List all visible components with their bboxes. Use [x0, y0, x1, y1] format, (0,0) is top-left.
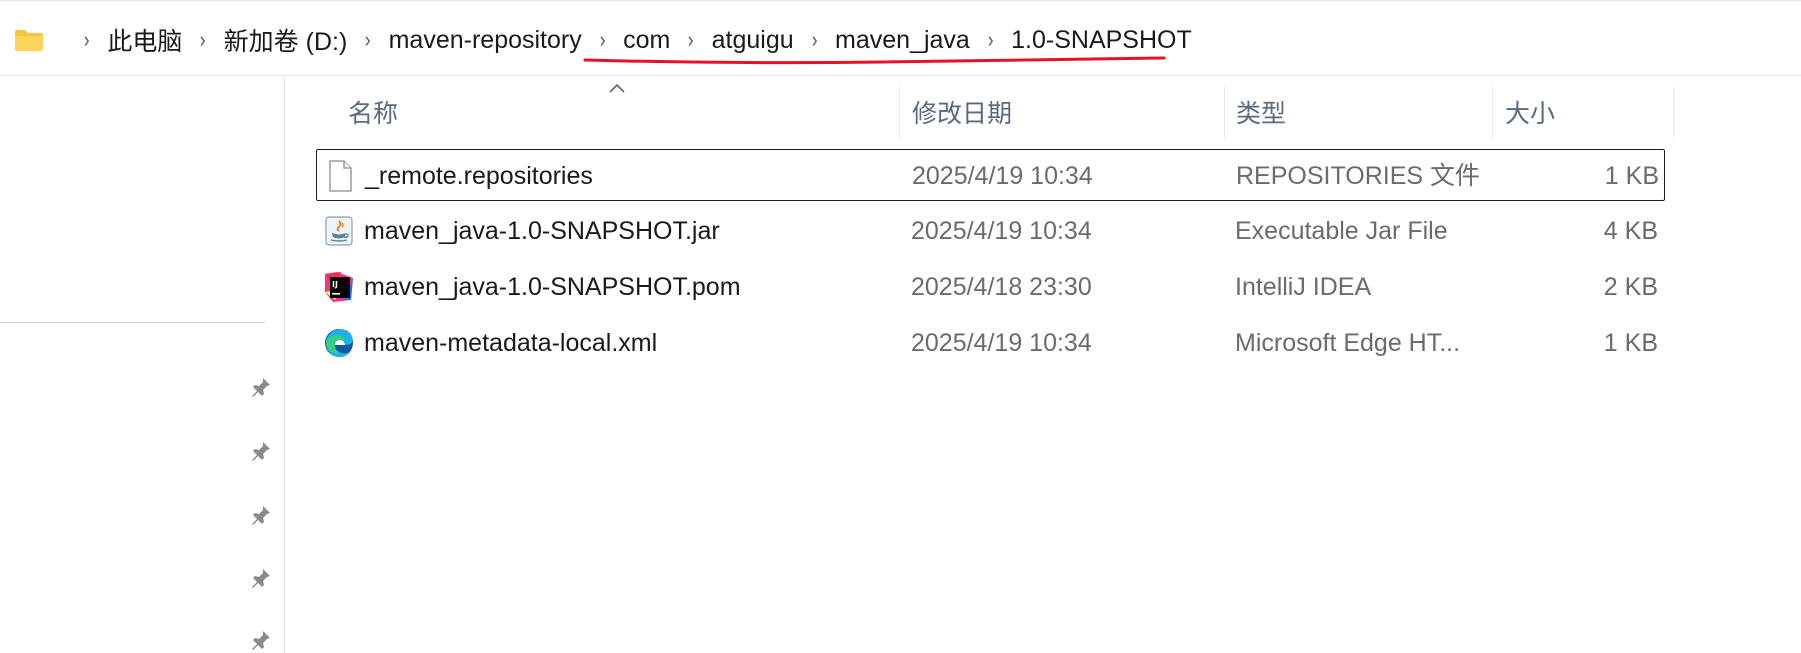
column-divider[interactable] [899, 87, 900, 138]
pin-icon[interactable] [250, 440, 272, 462]
chevron-right-icon[interactable]: › [200, 27, 206, 53]
file-type: Executable Jar File [1235, 217, 1448, 245]
file-row[interactable]: maven-metadata-local.xml 2025/4/19 10:34… [316, 317, 1665, 369]
pin-icon[interactable] [250, 629, 272, 651]
file-row[interactable]: maven_java-1.0-SNAPSHOT.jar 2025/4/19 10… [316, 205, 1665, 257]
chevron-right-icon[interactable]: › [365, 27, 371, 53]
file-size: 1 KB [1603, 329, 1658, 357]
chevron-right-icon[interactable]: › [84, 27, 90, 53]
pin-icon[interactable] [250, 504, 272, 526]
chevron-right-icon[interactable]: › [688, 27, 694, 53]
address-bar[interactable]: › 此电脑 › 新加卷 (D:) › maven-repository › co… [0, 0, 1801, 76]
chevron-right-icon[interactable]: › [811, 27, 817, 53]
breadcrumb-item-com[interactable]: com [623, 26, 670, 55]
navigation-pane[interactable] [0, 76, 285, 653]
file-name[interactable]: maven_java-1.0-SNAPSHOT.jar [364, 205, 720, 257]
generic-file-icon [329, 160, 352, 192]
edge-icon [325, 329, 353, 358]
column-divider[interactable] [1673, 87, 1674, 138]
column-header-name[interactable]: 名称 [348, 94, 398, 134]
red-underline-annotation [583, 56, 1166, 65]
chevron-right-icon[interactable]: › [988, 27, 994, 53]
breadcrumb-item-this-pc[interactable]: 此电脑 [107, 22, 182, 58]
breadcrumb-item-maven-repository[interactable]: maven-repository [389, 26, 582, 55]
file-modified: 2025/4/19 10:34 [912, 162, 1093, 190]
file-row[interactable]: IJ maven_java-1.0-SNAPSHOT.pom 2025/4/18… [316, 261, 1665, 313]
folder-icon [15, 30, 43, 51]
column-header-type[interactable]: 类型 [1236, 94, 1286, 134]
file-size: 1 KB [1604, 162, 1659, 190]
pin-icon[interactable] [250, 376, 272, 398]
pin-icon[interactable] [250, 567, 272, 589]
file-size: 2 KB [1603, 273, 1658, 301]
file-type: REPOSITORIES 文件 [1236, 162, 1481, 190]
breadcrumb-item-snapshot[interactable]: 1.0-SNAPSHOT [1011, 26, 1192, 55]
column-divider[interactable] [1492, 87, 1493, 138]
column-divider[interactable] [1224, 87, 1225, 138]
file-modified: 2025/4/18 23:30 [911, 273, 1092, 301]
file-type: Microsoft Edge HT... [1235, 329, 1461, 357]
breadcrumb-item-atguigu[interactable]: atguigu [712, 26, 794, 55]
intellij-icon: IJ [325, 272, 353, 302]
breadcrumb: › 此电脑 › 新加卷 (D:) › maven-repository › co… [14, 23, 1192, 57]
column-header-size[interactable]: 大小 [1505, 94, 1555, 134]
breadcrumb-item-drive-d[interactable]: 新加卷 (D:) [224, 22, 348, 58]
file-size: 4 KB [1603, 217, 1658, 245]
file-type: IntelliJ IDEA [1235, 273, 1372, 301]
svg-text:IJ: IJ [332, 280, 338, 289]
breadcrumb-item-maven-java[interactable]: maven_java [835, 26, 970, 55]
nav-divider [0, 322, 265, 323]
file-modified: 2025/4/19 10:34 [911, 329, 1092, 357]
file-name[interactable]: _remote.repositories [365, 150, 593, 202]
file-row[interactable]: _remote.repositories 2025/4/19 10:34 REP… [316, 149, 1665, 201]
java-jar-icon [325, 216, 353, 246]
file-name[interactable]: maven_java-1.0-SNAPSHOT.pom [364, 261, 741, 313]
chevron-right-icon[interactable]: › [599, 27, 605, 53]
file-name[interactable]: maven-metadata-local.xml [364, 317, 657, 369]
sort-ascending-icon [609, 83, 625, 93]
column-header-modified[interactable]: 修改日期 [912, 94, 1012, 134]
file-modified: 2025/4/19 10:34 [911, 217, 1092, 245]
